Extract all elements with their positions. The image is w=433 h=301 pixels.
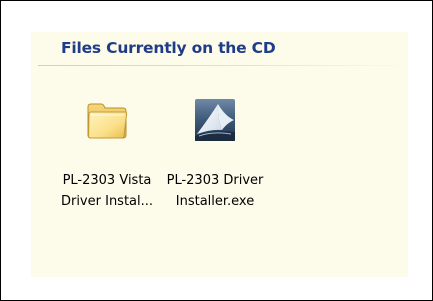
file-item-pl2303-driver-installer-exe[interactable]: PL-2303 Driver Installer.exe [161, 96, 269, 214]
file-item-label-line1: PL-2303 Vista [62, 173, 152, 188]
folder-icon [83, 96, 131, 144]
file-item-label-line2: Installer.exe [175, 194, 255, 209]
group-title: Files Currently on the CD [61, 39, 276, 57]
file-list-panel: Files Currently on the CD PL-2303 Vista … [31, 32, 408, 277]
group-divider [38, 65, 408, 66]
file-item-pl2303-vista-driver-folder[interactable]: PL-2303 Vista Driver Instal... [53, 96, 161, 214]
file-item-label: PL-2303 Driver Installer.exe [161, 170, 269, 212]
group-header: Files Currently on the CD [31, 32, 408, 68]
file-item-label-line1: PL-2303 Driver [166, 173, 264, 188]
installer-exe-icon [191, 96, 239, 144]
file-item-label-line2: Driver Instal... [60, 194, 154, 209]
window-frame: Files Currently on the CD PL-2303 Vista … [0, 0, 433, 301]
file-item-label: PL-2303 Vista Driver Instal... [53, 170, 161, 212]
